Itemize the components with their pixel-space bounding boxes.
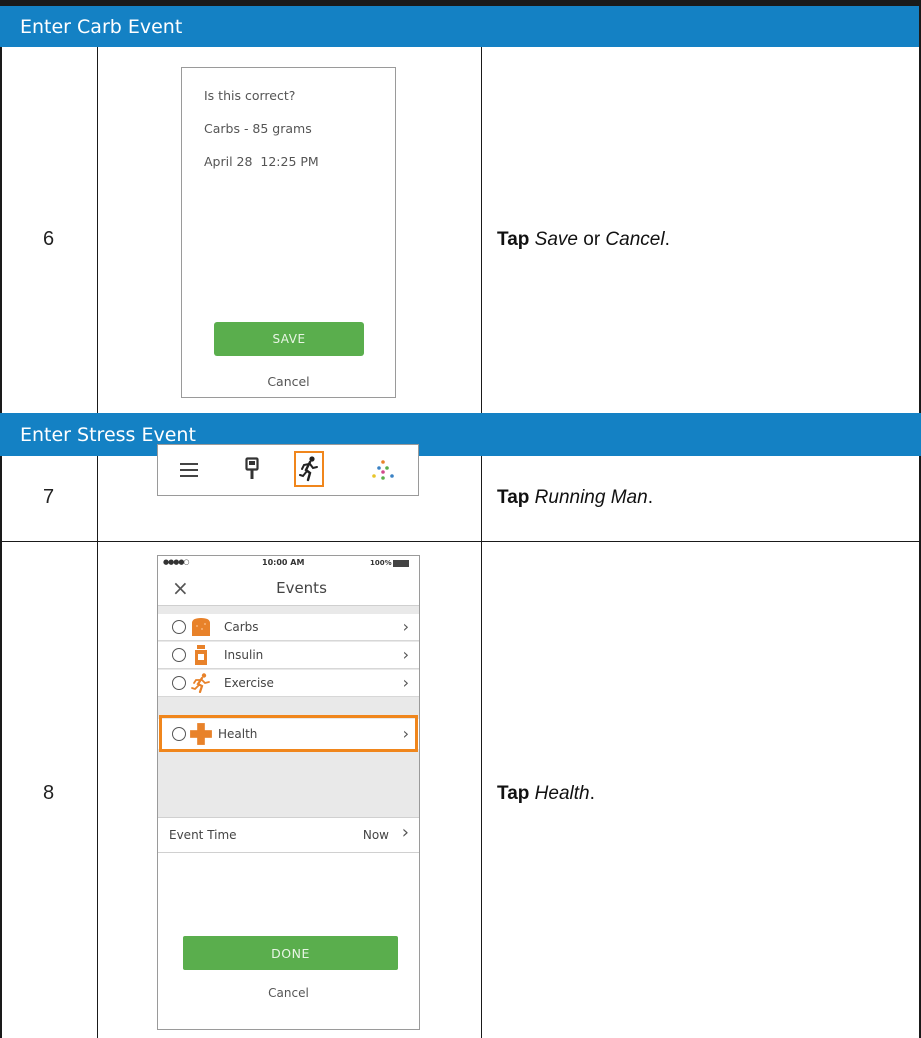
step-instruction: Tap Save or Cancel.	[497, 229, 670, 251]
step-instruction: Tap Health.	[497, 783, 595, 805]
section-title: Enter Carb Event	[20, 15, 183, 38]
row-divider	[0, 541, 921, 542]
radio-button[interactable]	[172, 620, 186, 634]
event-row-insulin[interactable]: Insulin ›	[158, 642, 419, 669]
confirm-screen: Is this correct? Carbs - 85 grams April …	[181, 67, 396, 398]
status-time: 10:00 AM	[262, 558, 305, 567]
step-instruction: Tap Running Man.	[497, 487, 653, 509]
radio-button[interactable]	[172, 648, 186, 662]
section-title: Enter Stress Event	[20, 423, 196, 446]
table-divider	[97, 47, 98, 413]
glucose-meter-icon[interactable]	[245, 457, 259, 481]
step-number: 7	[42, 486, 55, 508]
cancel-link[interactable]: Cancel	[158, 986, 419, 1000]
app-toolbar	[157, 444, 419, 496]
instruction-action: Tap	[497, 487, 530, 508]
step-number: 8	[42, 782, 55, 804]
instruction-target-2: Cancel	[605, 229, 665, 250]
events-screen: ●●●●○ 10:00 AM 100% × Events Carbs › Ins…	[157, 555, 420, 1030]
confirm-question: Is this correct?	[204, 88, 296, 103]
status-battery: 100%	[370, 559, 392, 567]
event-label: Insulin	[224, 648, 264, 662]
section-header-stress: Enter Stress Event	[0, 413, 921, 456]
events-header: × Events	[158, 572, 419, 606]
instruction-end: .	[589, 783, 595, 804]
instruction-end: .	[647, 487, 653, 508]
instruction-target: Health	[534, 783, 590, 804]
instruction-target: Save	[534, 229, 578, 250]
event-label: Exercise	[224, 676, 274, 690]
status-bar: ●●●●○ 10:00 AM 100%	[158, 556, 419, 572]
table-divider	[481, 47, 482, 413]
step-number: 6	[42, 228, 55, 250]
battery-icon	[393, 560, 409, 567]
menu-icon[interactable]	[179, 460, 199, 480]
confirm-carbs: Carbs - 85 grams	[204, 121, 312, 136]
section-header-carb: Enter Carb Event	[0, 6, 921, 47]
confirm-datetime: April 28 12:25 PM	[204, 154, 319, 169]
chevron-right-icon: ›	[402, 645, 409, 664]
running-man-icon[interactable]	[299, 456, 319, 482]
chevron-right-icon: ›	[402, 673, 409, 692]
table-border-left	[0, 456, 2, 1038]
save-button[interactable]: SAVE	[214, 322, 364, 356]
events-title: Events	[276, 579, 327, 597]
instruction-end: .	[664, 229, 670, 250]
event-time-row[interactable]: Event Time Now ›	[158, 817, 419, 853]
instruction-target: Running Man	[534, 487, 648, 508]
instruction-connector: or	[577, 229, 606, 250]
radio-button[interactable]	[172, 676, 186, 690]
table-border-top	[0, 0, 921, 6]
chevron-right-icon: ›	[401, 822, 409, 843]
event-time-value: Now	[362, 828, 389, 842]
exercise-icon	[191, 673, 210, 693]
instruction-action: Tap	[497, 783, 530, 804]
event-row-exercise[interactable]: Exercise ›	[158, 670, 419, 697]
chevron-right-icon: ›	[402, 617, 409, 636]
health-row-highlight	[159, 715, 418, 752]
done-button[interactable]: DONE	[183, 936, 398, 970]
insulin-icon	[195, 645, 207, 665]
instruction-action: Tap	[497, 229, 530, 250]
event-row-carbs[interactable]: Carbs ›	[158, 614, 419, 641]
status-signal: ●●●●○	[163, 558, 190, 566]
table-divider	[97, 456, 98, 1038]
carbs-icon	[192, 618, 210, 636]
event-label: Carbs	[224, 620, 259, 634]
cancel-link[interactable]: Cancel	[182, 374, 395, 389]
event-time-label: Event Time	[169, 828, 237, 842]
dots-icon[interactable]	[370, 458, 396, 482]
table-divider	[481, 456, 482, 1038]
